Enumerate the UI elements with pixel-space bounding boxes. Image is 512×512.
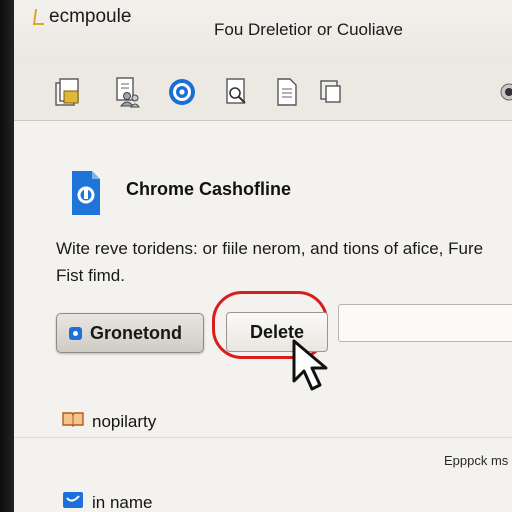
mouse-pointer-icon (290, 337, 334, 397)
main-panel: Chrome Cashofline Wite reve toridens: or… (14, 121, 512, 512)
primary-button-label: Gronetond (90, 322, 182, 343)
side-label: Epppck ms (444, 453, 509, 468)
description-text: Wite reve toridens: or fiile nerom, and … (56, 239, 484, 285)
folder-doc-icon[interactable] (52, 76, 82, 108)
toolbar (14, 64, 512, 121)
target-icon[interactable] (167, 76, 197, 108)
list-item[interactable]: nopilarty (62, 411, 156, 432)
app-name-label: ecmpoule (49, 6, 132, 27)
list-item[interactable]: in name (62, 491, 152, 512)
users-doc-icon[interactable] (112, 76, 142, 108)
page-title: Chrome Cashofline (126, 179, 292, 199)
app-window: ecmpoule Fou Dreletior or Cuoliave Chrom… (14, 0, 512, 512)
bird-icon (62, 491, 84, 512)
button-icon (69, 326, 82, 340)
copy-icon[interactable] (316, 76, 346, 108)
primary-button[interactable]: Gronetond (56, 313, 204, 353)
divider (14, 437, 512, 438)
book-icon (62, 411, 84, 432)
list-item-label: nopilarty (92, 411, 157, 431)
edit-doc-icon[interactable] (222, 76, 252, 108)
title-bar: ecmpoule Fou Dreletior or Cuoliave (14, 0, 512, 65)
document-icon[interactable] (272, 76, 302, 108)
app-name: ecmpoule (32, 6, 132, 28)
list-item-label: in name (92, 492, 153, 512)
app-document-icon (70, 169, 102, 217)
window-title: Fou Dreletior or Cuoliave (214, 20, 403, 39)
screen: ecmpoule Fou Dreletior or Cuoliave Chrom… (0, 0, 512, 512)
more-icon[interactable] (490, 76, 512, 108)
app-logo-icon (32, 9, 47, 25)
text-input[interactable] (338, 304, 512, 342)
